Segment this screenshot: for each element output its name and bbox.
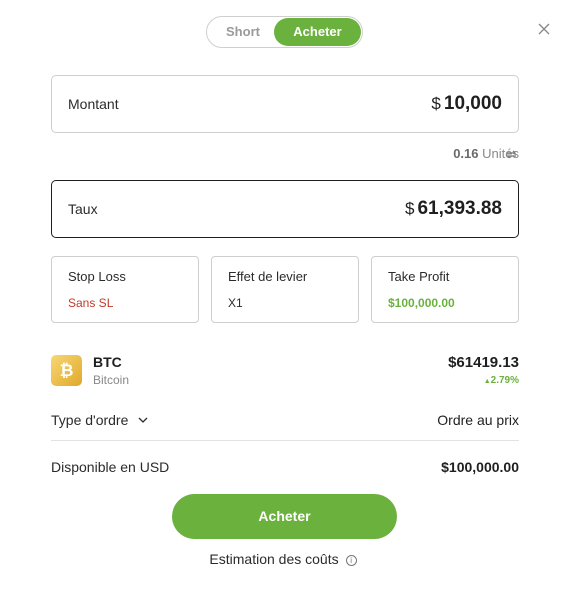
- stop-loss-title: Stop Loss: [68, 269, 126, 284]
- rate-currency: $: [405, 199, 415, 218]
- amount-field[interactable]: Montant $10,000: [51, 75, 519, 133]
- rate-field[interactable]: Taux $61,393.88: [51, 180, 519, 238]
- change-percent: 2.79%: [490, 375, 519, 386]
- rate-label: Taux: [68, 201, 98, 217]
- info-icon[interactable]: i: [345, 555, 357, 566]
- stop-loss-card[interactable]: Stop Loss Sans SL: [51, 256, 199, 323]
- direction-toggle[interactable]: Short Acheter: [206, 16, 363, 48]
- asset-name: Bitcoin: [93, 373, 130, 387]
- cost-estimate-label: Estimation des coûts: [209, 551, 339, 567]
- available-value: $100,000.00: [441, 459, 519, 475]
- rate-value[interactable]: $61,393.88: [405, 181, 502, 237]
- rate-number: 61,393.88: [417, 198, 502, 219]
- leverage-value: X1: [228, 296, 243, 310]
- amount-value[interactable]: $10,000: [431, 76, 502, 132]
- amount-label: Montant: [68, 96, 119, 112]
- buy-option[interactable]: Acheter: [274, 18, 361, 46]
- buy-button[interactable]: Acheter: [172, 494, 397, 539]
- close-icon[interactable]: [537, 22, 551, 36]
- swap-units-icon[interactable]: [505, 148, 518, 161]
- asset-change: ▲2.79%: [484, 375, 519, 386]
- change-arrow-icon: ▲: [483, 378, 491, 385]
- leverage-card[interactable]: Effet de levier X1: [211, 256, 359, 323]
- divider: [51, 440, 519, 441]
- asset-symbol: BTC: [93, 354, 122, 370]
- take-profit-card[interactable]: Take Profit $100,000.00: [371, 256, 519, 323]
- asset-price: $61419.13: [448, 354, 519, 371]
- amount-number: 10,000: [443, 93, 502, 114]
- order-type-dropdown[interactable]: Type d'ordre: [51, 412, 148, 428]
- available-label: Disponible en USD: [51, 459, 170, 475]
- take-profit-title: Take Profit: [388, 269, 450, 284]
- stop-loss-value: Sans SL: [68, 296, 114, 310]
- bitcoin-icon: ₿: [51, 355, 82, 386]
- chevron-down-icon: [138, 417, 148, 423]
- order-type-label: Type d'ordre: [51, 412, 129, 428]
- leverage-title: Effet de levier: [228, 269, 308, 284]
- order-type-value: Ordre au prix: [437, 412, 519, 428]
- short-option[interactable]: Short: [207, 17, 279, 47]
- cost-estimate-link[interactable]: Estimation des coûts i: [0, 551, 566, 567]
- units-value: 0.16: [453, 146, 479, 161]
- bitcoin-glyph: ₿: [59, 361, 74, 380]
- amount-currency: $: [431, 94, 441, 113]
- take-profit-value: $100,000.00: [388, 296, 455, 310]
